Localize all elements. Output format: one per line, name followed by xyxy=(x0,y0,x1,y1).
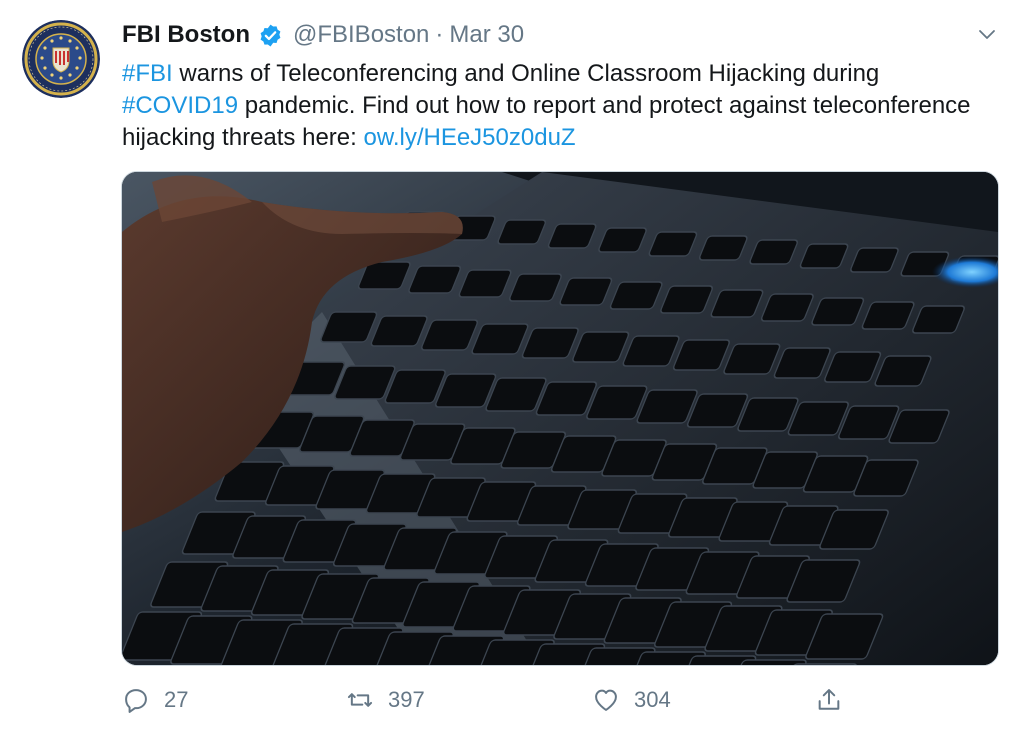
tweet-link[interactable]: ow.ly/HEeJ50z0duZ xyxy=(363,124,575,151)
retweet-button[interactable]: 397 xyxy=(346,680,425,720)
reply-count: 27 xyxy=(164,687,189,712)
like-count: 304 xyxy=(634,687,671,712)
avatar[interactable] xyxy=(22,20,100,98)
author-handle[interactable]: @FBIBoston xyxy=(293,21,429,49)
tweet-header: FBI Boston @FBIBoston · Mar 30 xyxy=(122,18,524,52)
share-icon xyxy=(818,689,840,710)
like-button[interactable]: 304 xyxy=(592,680,671,720)
retweet-icon xyxy=(347,693,373,707)
verified-badge-icon xyxy=(258,23,283,48)
tweet-date[interactable]: Mar 30 xyxy=(449,21,524,49)
fbi-seal-logo xyxy=(22,20,100,98)
heart-icon xyxy=(595,689,617,711)
chevron-down-icon[interactable] xyxy=(975,22,999,46)
tweet-text: #FBI warns of Teleconferencing and Onlin… xyxy=(122,58,982,154)
tweet-card[interactable]: FBI Boston @FBIBoston · Mar 30 #FBI warn… xyxy=(0,0,1024,733)
hashtag-covid19[interactable]: #COVID19 xyxy=(122,92,238,119)
tweet-actions: 27 397 304 xyxy=(0,680,1024,720)
reply-button[interactable]: 27 xyxy=(122,680,188,720)
reply-icon xyxy=(125,689,147,713)
tweet-text-segment-1: warns of Teleconferencing and Online Cla… xyxy=(172,60,880,87)
tweet-media-photo[interactable] xyxy=(121,171,999,666)
author-name[interactable]: FBI Boston xyxy=(122,21,250,49)
keyboard-photo xyxy=(122,172,998,665)
retweet-count: 397 xyxy=(388,687,425,712)
share-button[interactable] xyxy=(815,680,843,720)
separator-dot: · xyxy=(435,21,444,48)
hashtag-fbi[interactable]: #FBI xyxy=(122,60,173,87)
